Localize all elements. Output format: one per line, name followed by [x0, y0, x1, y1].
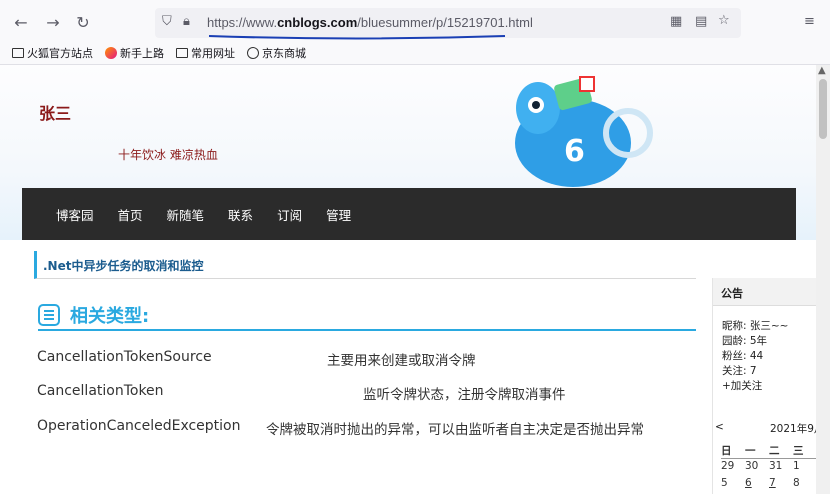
profile-followers[interactable]: 粉丝: 44	[722, 348, 763, 363]
globe-icon	[247, 47, 259, 59]
weekday: 二	[769, 445, 780, 457]
url-prefix: https://www.	[207, 15, 278, 30]
profile-age: 园龄: 5年	[722, 335, 768, 347]
weekday: 一	[745, 445, 756, 457]
web-page: 张三 十年饮冰 难凉热血 6 博客园 首页 新随笔 联系 订阅 管理 .Net中…	[0, 65, 816, 494]
type-name: CancellationToken	[37, 383, 164, 399]
nav-cnblogs[interactable]: 博客园	[56, 205, 94, 224]
sidebar-heading: 公告	[713, 278, 816, 306]
sidebar: 公告 昵称: 张三~~ 园龄: 5年 粉丝: 44 关注: 7 +加关注 < 2…	[712, 278, 816, 494]
profile-following[interactable]: 关注: 7	[722, 363, 757, 378]
calendar-day: 30	[745, 460, 759, 472]
reader-view-icon[interactable]: ▤	[695, 14, 707, 29]
bookmark-label: 京东商城	[262, 47, 306, 60]
type-description: 主要用来创建或取消令牌	[327, 353, 476, 369]
nav-home[interactable]: 首页	[118, 205, 143, 224]
list-icon	[38, 304, 60, 326]
calendar-month: 2021年9月	[770, 423, 816, 435]
calendar-weekdays: 日一二三四	[721, 443, 816, 459]
page-scrollbar[interactable]: ▲	[816, 65, 830, 494]
browser-toolbar: ← → ↻ ⛉ 🔒︎ https://www.cnblogs.com/blues…	[0, 0, 830, 65]
blog-subtitle: 十年饮冰 难凉热血	[118, 148, 218, 162]
url-path: /bluesummer/p/15219701.html	[357, 15, 533, 30]
follow-link[interactable]: +加关注	[722, 378, 762, 393]
calendar-day: 8	[793, 477, 800, 489]
address-bar[interactable]: ⛉ 🔒︎ https://www.cnblogs.com/bluesummer/…	[155, 8, 741, 40]
post-title[interactable]: .Net中异步任务的取消和监控	[43, 257, 203, 274]
calendar-day-link[interactable]: 7	[769, 477, 793, 489]
nav-subscribe[interactable]: 订阅	[277, 205, 302, 224]
sidebar-heading-label: 公告	[721, 287, 743, 300]
type-name: CancellationTokenSource	[37, 349, 212, 365]
url-underline-annotation	[208, 35, 506, 40]
scroll-thumb[interactable]	[819, 79, 827, 139]
calendar-header: < 2021年9月	[715, 421, 816, 435]
mascot-image: 6	[515, 76, 653, 187]
bookmark-star-icon[interactable]: ☆	[718, 13, 730, 28]
type-name: OperationCanceledException	[37, 418, 241, 434]
bookmark-item[interactable]: 常用网址	[176, 45, 235, 61]
folder-icon	[176, 48, 188, 58]
nav-contact[interactable]: 联系	[228, 205, 253, 224]
nav-new-post[interactable]: 新随笔	[167, 205, 205, 224]
type-description: 监听令牌状态，注册令牌取消事件	[363, 387, 566, 403]
scroll-up-arrow-icon[interactable]: ▲	[818, 65, 826, 76]
calendar-week: 29303112	[721, 460, 816, 472]
type-description: 令牌被取消时抛出的异常，可以由监听者自主决定是否抛出异常	[266, 422, 644, 438]
blog-nav-bar: 博客园 首页 新随笔 联系 订阅 管理	[22, 188, 796, 240]
nav-manage[interactable]: 管理	[326, 205, 351, 224]
profile-nickname: 昵称: 张三~~	[722, 320, 789, 332]
calendar-day: 5	[721, 477, 728, 489]
bookmark-label: 火狐官方站点	[27, 47, 93, 60]
calendar-day: 29	[721, 460, 735, 472]
bookmark-label: 新手上路	[120, 47, 164, 60]
folder-icon	[12, 48, 24, 58]
menu-hamburger-icon[interactable]: ≡	[804, 14, 815, 29]
calendar-day: 1	[793, 460, 800, 472]
calendar-day-link[interactable]: 6	[745, 477, 769, 489]
lock-icon[interactable]: 🔒︎	[183, 14, 190, 29]
bookmark-item[interactable]: 火狐官方站点	[12, 45, 93, 61]
svg-text:6: 6	[564, 134, 585, 169]
post-title-bar: .Net中异步任务的取消和监控	[34, 251, 696, 279]
calendar-day: 31	[769, 460, 783, 472]
blog-title[interactable]: 张三	[39, 100, 71, 124]
weekday: 三	[793, 445, 804, 457]
shield-icon[interactable]: ⛉	[162, 14, 172, 29]
section-title: 相关类型:	[70, 306, 150, 327]
calendar-week: 56789	[721, 477, 816, 489]
bookmarks-bar: 火狐官方站点 新手上路 常用网址 京东商城	[12, 44, 318, 62]
reload-icon[interactable]: ↻	[72, 13, 94, 33]
back-arrow-icon[interactable]: ←	[10, 13, 32, 33]
forward-arrow-icon[interactable]: →	[42, 13, 64, 33]
url-text[interactable]: https://www.cnblogs.com/bluesummer/p/152…	[207, 15, 533, 30]
url-host: cnblogs.com	[277, 15, 358, 30]
firefox-icon	[105, 47, 117, 59]
bookmark-item[interactable]: 京东商城	[247, 45, 306, 61]
section-heading: 相关类型:	[38, 301, 696, 331]
bookmark-label: 常用网址	[191, 47, 235, 60]
calendar-prev-link[interactable]: <	[715, 421, 724, 433]
qr-code-icon[interactable]: ▦	[670, 14, 682, 29]
bookmark-item[interactable]: 新手上路	[105, 45, 164, 61]
weekday: 日	[721, 445, 732, 457]
